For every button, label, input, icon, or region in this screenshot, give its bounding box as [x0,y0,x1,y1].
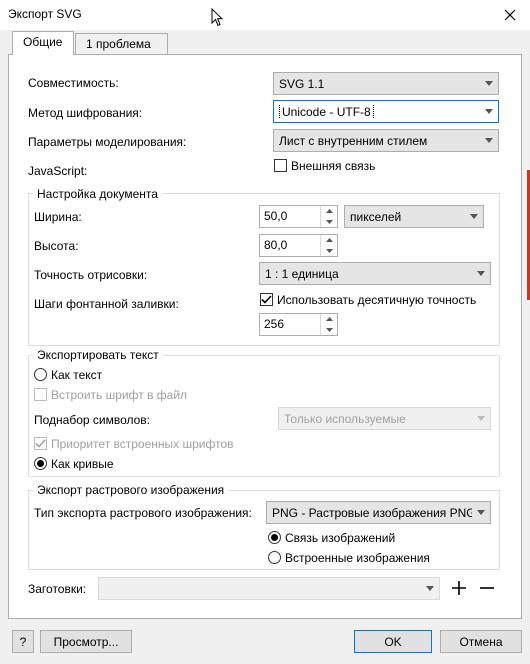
compat-label: Совместимость: [28,76,119,90]
compat-select[interactable]: SVG 1.1 [273,72,499,95]
precision-select[interactable]: 1 : 1 единица [259,262,491,285]
width-spinner[interactable]: 50,0 [259,205,338,228]
chevron-down-icon [465,214,483,219]
chevron-down-icon [480,81,498,86]
as-text-label[interactable]: Как текст [51,368,102,382]
bitmap-type-select[interactable]: PNG - Растровые изображения PNG [266,501,491,524]
javascript-label: JavaScript: [28,164,88,178]
width-value: 50,0 [264,209,288,223]
styling-select[interactable]: Лист с внутренним стилем [273,129,499,152]
export-text-legend: Экспортировать текст [33,348,163,362]
checkmark-icon [261,295,272,304]
width-label: Ширина: [34,210,82,224]
cancel-button[interactable]: Отмена [440,630,522,653]
presets-label: Заготовки: [28,582,87,596]
charset-subset-label: Поднабор символов: [34,413,151,427]
charset-subset-value: Только используемые [284,411,406,426]
fountain-steps-spinner[interactable]: 256 [259,313,338,336]
bitmap-type-label: Тип экспорта растрового изображения: [34,506,252,520]
precision-label: Точность отрисовки: [34,268,148,282]
decimal-precision-label[interactable]: Использовать десятичную точность [277,293,476,307]
units-select[interactable]: пикселей [344,205,484,228]
as-text-radio[interactable] [34,368,47,381]
external-link-label[interactable]: Внешняя связь [291,159,375,173]
encoding-select[interactable]: Unicode - UTF-8 [273,100,499,123]
linked-images-radio[interactable] [268,531,281,544]
styling-value: Лист с внутренним стилем [279,133,428,148]
remove-preset-button[interactable] [477,578,497,598]
add-preset-button[interactable] [449,578,469,598]
preview-label: Просмотр... [53,634,119,649]
spin-down-icon[interactable] [321,217,337,228]
spin-down-icon[interactable] [321,246,337,257]
tab-general[interactable]: Общие [12,31,74,55]
linked-images-label[interactable]: Связь изображений [285,531,395,545]
spin-up-icon[interactable] [321,314,337,325]
embed-font-checkbox[interactable] [34,388,47,401]
fountain-steps-value: 256 [264,317,285,331]
decimal-precision-checkbox[interactable] [260,293,273,306]
embedded-fonts-priority-checkbox[interactable] [34,437,47,450]
minus-icon [480,587,494,589]
tab-problems[interactable]: 1 проблема [75,33,168,55]
document-settings-legend: Настройка документа [33,187,162,201]
chevron-down-icon [480,109,498,114]
bitmap-type-value: PNG - Растровые изображения PNG [272,505,472,520]
as-curves-radio[interactable] [34,457,47,470]
help-icon: ? [19,634,27,649]
chevron-down-icon [421,586,439,591]
help-button[interactable]: ? [12,630,34,653]
cancel-label: Отмена [459,634,503,649]
spin-down-icon[interactable] [321,325,337,336]
chevron-down-icon [472,416,490,421]
ok-button[interactable]: OK [354,630,432,653]
chevron-down-icon [480,138,498,143]
as-curves-label[interactable]: Как кривые [51,457,114,471]
spin-up-icon[interactable] [321,235,337,246]
tab-general-label: Общие [23,35,63,49]
embedded-images-radio[interactable] [268,551,281,564]
precision-value: 1 : 1 единица [265,266,339,281]
units-value: пикселей [350,209,402,224]
height-spinner[interactable]: 80,0 [259,234,338,257]
chevron-down-icon [472,510,490,515]
encoding-label: Метод шифрования: [28,106,143,120]
bitmap-export-legend: Экспорт растрового изображения [33,483,229,497]
compat-value: SVG 1.1 [279,76,325,91]
ok-label: OK [384,634,402,649]
window-title: Экспорт SVG [8,7,82,21]
embedded-fonts-priority-label[interactable]: Приоритет встроенных шрифтов [51,437,234,451]
presets-select[interactable] [98,577,440,600]
height-label: Высота: [34,239,79,253]
plus-icon [452,581,466,595]
preview-button[interactable]: Просмотр... [40,630,132,653]
close-icon [504,9,516,21]
chevron-down-icon [472,271,490,276]
checkmark-icon [35,439,46,448]
fountain-steps-label: Шаги фонтанной заливки: [34,297,179,311]
spin-up-icon[interactable] [321,206,337,217]
tab-problems-label: 1 проблема [86,37,151,51]
styling-label: Параметры моделирования: [28,135,187,149]
embedded-images-label[interactable]: Встроенные изображения [285,551,430,565]
encoding-value: Unicode - UTF-8 [279,104,374,119]
charset-subset-select[interactable]: Только используемые [278,407,491,430]
embed-font-label[interactable]: Встроить шрифт в файл [51,388,187,402]
close-button[interactable] [490,0,530,30]
height-value: 80,0 [264,238,288,252]
mouse-cursor-icon [211,7,224,30]
external-link-checkbox[interactable] [274,159,287,172]
